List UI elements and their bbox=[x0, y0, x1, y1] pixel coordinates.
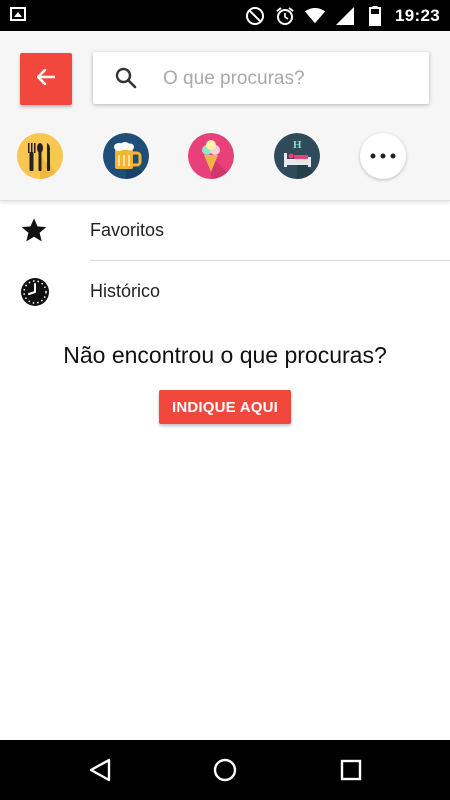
category-restaurant[interactable] bbox=[17, 133, 63, 179]
status-icons: 19:23 bbox=[245, 0, 440, 31]
favorites-label: Favoritos bbox=[90, 220, 165, 240]
recents-square-icon[interactable] bbox=[338, 757, 364, 783]
status-time: 19:23 bbox=[395, 5, 440, 25]
category-ice-cream[interactable] bbox=[188, 133, 234, 179]
beer-icon bbox=[103, 133, 149, 179]
search-bar[interactable] bbox=[93, 52, 429, 106]
star-icon bbox=[20, 216, 50, 246]
restaurant-icon bbox=[17, 133, 63, 179]
svg-text:H: H bbox=[293, 139, 302, 151]
image-icon bbox=[10, 7, 26, 21]
ice-cream-icon bbox=[188, 133, 234, 179]
status-bar: 19:23 bbox=[0, 0, 450, 31]
arrow-left-icon bbox=[36, 68, 56, 90]
search-icon bbox=[115, 67, 137, 94]
not-found-text: Não encontrou o que procuras? bbox=[63, 342, 387, 368]
battery-icon bbox=[365, 5, 385, 26]
category-row: H bbox=[17, 133, 417, 179]
list-item-favorites[interactable]: Favoritos bbox=[0, 200, 450, 261]
history-label: Histórico bbox=[90, 281, 161, 301]
header: H bbox=[0, 31, 450, 201]
back-button[interactable] bbox=[20, 53, 72, 105]
more-icon bbox=[370, 153, 396, 159]
back-triangle-icon[interactable] bbox=[87, 757, 113, 783]
hotel-icon: H bbox=[274, 133, 320, 179]
navigation-bar bbox=[0, 740, 450, 800]
signal-icon bbox=[335, 6, 355, 26]
list-item-history[interactable]: Histórico bbox=[0, 261, 450, 321]
do-not-disturb-icon bbox=[245, 6, 265, 26]
search-input[interactable] bbox=[161, 52, 415, 106]
category-more[interactable] bbox=[360, 133, 406, 179]
category-bar[interactable] bbox=[103, 133, 149, 179]
indicate-here-button[interactable]: INDIQUE AQUI bbox=[159, 390, 291, 424]
clock-icon bbox=[20, 277, 50, 307]
alarm-icon bbox=[275, 6, 295, 26]
category-hotel[interactable]: H bbox=[274, 133, 320, 179]
wifi-icon bbox=[305, 6, 326, 26]
menu-list: Favoritos Histórico bbox=[0, 200, 450, 321]
home-circle-icon[interactable] bbox=[212, 757, 238, 783]
